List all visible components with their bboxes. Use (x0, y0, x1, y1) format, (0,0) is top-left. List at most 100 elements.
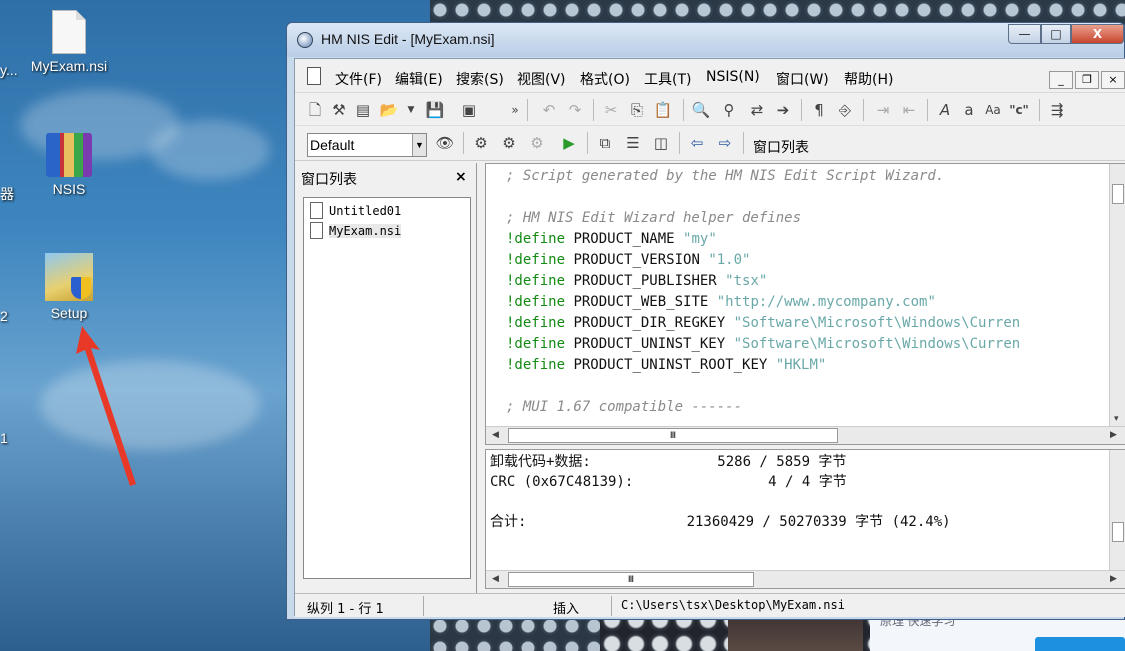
scroll-left-arrow[interactable]: ◀ (492, 574, 499, 584)
window-list-button[interactable]: 窗口列表 (753, 137, 809, 157)
lowercase-icon[interactable]: a (959, 100, 979, 120)
next-window-icon[interactable]: ⇨ (715, 133, 735, 153)
close-button[interactable]: X (1071, 24, 1124, 44)
menu-file[interactable]: 文件(F) (335, 69, 382, 89)
code-token: PRODUCT_VERSION (565, 252, 709, 268)
code-line[interactable]: !define PRODUCT_WEB_SITE "http://www.myc… (506, 292, 1108, 313)
mdi-close-button[interactable]: × (1101, 71, 1125, 89)
find-next-icon[interactable]: ⚲ (719, 100, 739, 120)
cut-icon[interactable]: ✂ (601, 100, 621, 120)
scroll-thumb[interactable] (1112, 522, 1124, 542)
winrar-archive-icon (46, 133, 92, 177)
find-icon[interactable]: 🔍 (691, 100, 711, 120)
scroll-thumb[interactable]: Ⅲ (508, 572, 754, 587)
uppercase-icon[interactable]: A (935, 100, 955, 120)
mdi-restore-button[interactable]: ❐ (1075, 71, 1099, 89)
redo-icon[interactable]: ↷ (565, 100, 585, 120)
minimize-button[interactable]: — (1008, 24, 1041, 44)
maximize-button[interactable]: □ (1041, 24, 1071, 44)
code-line[interactable]: !define PRODUCT_VERSION "1.0" (506, 250, 1108, 271)
more-icon[interactable]: » (505, 100, 525, 120)
save-all-icon[interactable]: ▣ (459, 100, 479, 120)
compile-icon[interactable]: ⚙ (471, 133, 491, 153)
template-icon[interactable]: ▤ (353, 100, 373, 120)
secondary-toolbar: Default ▼ 👁 ⚙ ⚙ ⚙ ▶ ⧉ ☰ ◫ ⇦ ⇨ 窗口列表 (295, 127, 1125, 161)
menu-tools[interactable]: 工具(T) (644, 69, 691, 89)
run-icon[interactable]: ▶ (559, 133, 579, 153)
quote-icon[interactable]: "c" (1009, 100, 1029, 120)
previous-window-icon[interactable]: ⇦ (687, 133, 707, 153)
code-line[interactable]: !define PRODUCT_PUBLISHER "tsx" (506, 271, 1108, 292)
undo-icon[interactable]: ↶ (539, 100, 559, 120)
save-icon[interactable]: 💾 (425, 100, 445, 120)
window-list-item[interactable]: Untitled01 (310, 202, 401, 219)
goto-line-icon[interactable]: ➔ (773, 100, 793, 120)
menu-edit[interactable]: 编辑(E) (395, 69, 443, 89)
tile-horizontal-icon[interactable]: ☰ (623, 133, 643, 153)
scroll-left-arrow[interactable]: ◀ (492, 430, 499, 440)
compiler-output[interactable]: 卸载代码+数据: 5286 / 5859 字节 CRC (0x67C48139):… (485, 449, 1125, 589)
outdent-icon[interactable]: ⇤ (899, 100, 919, 120)
desktop-icon-myexam[interactable]: MyExam.nsi (29, 10, 109, 74)
window-list-item[interactable]: MyExam.nsi (310, 222, 402, 239)
output-vertical-scrollbar[interactable] (1109, 450, 1125, 572)
panel-close-icon[interactable]: × (455, 169, 467, 185)
edge-label: 器 (0, 186, 14, 202)
open-dropdown-icon[interactable]: ▼ (401, 100, 421, 120)
code-editor[interactable]: ; Script generated by the HM NIS Edit Sc… (485, 163, 1125, 445)
file-path: C:\Users\tsx\Desktop\MyExam.nsi (621, 598, 845, 612)
scroll-thumb[interactable] (1112, 184, 1124, 204)
code-line[interactable]: !define PRODUCT_UNINST_ROOT_KEY "HKLM" (506, 355, 1108, 376)
scroll-down-arrow[interactable]: ▾ (1114, 414, 1119, 424)
menu-help[interactable]: 帮助(H) (844, 69, 893, 89)
menu-format[interactable]: 格式(O) (580, 69, 630, 89)
code-token: "my" (683, 231, 717, 247)
code-line[interactable]: ; Script generated by the HM NIS Edit Sc… (506, 166, 1108, 187)
chevron-down-icon[interactable]: ▼ (412, 134, 426, 156)
desktop-icon-nsis[interactable]: NSIS (29, 133, 109, 197)
indent-icon[interactable]: ⇥ (873, 100, 893, 120)
editor-vertical-scrollbar[interactable]: ▾ (1109, 164, 1125, 426)
open-folder-icon[interactable]: 📂 (379, 100, 399, 120)
output-horizontal-scrollbar[interactable]: ◀ Ⅲ ▶ (486, 570, 1125, 588)
code-line[interactable]: !define PRODUCT_DIR_REGKEY "Software\Mic… (506, 313, 1108, 334)
scroll-right-arrow[interactable]: ▶ (1110, 574, 1117, 584)
app-icon (297, 32, 313, 48)
wrap-icon[interactable]: ⎆ (835, 100, 855, 120)
code-line[interactable]: !define PRODUCT_UNINST_KEY "Software\Mic… (506, 334, 1108, 355)
code-area[interactable]: ; Script generated by the HM NIS Edit Sc… (506, 166, 1108, 424)
menu-view[interactable]: 视图(V) (517, 69, 566, 89)
cascade-icon[interactable]: ⧉ (595, 133, 615, 153)
code-line[interactable]: ; HM NIS Edit Wizard helper defines (506, 208, 1108, 229)
menu-search[interactable]: 搜索(S) (456, 69, 504, 89)
scroll-thumb[interactable]: Ⅲ (508, 428, 838, 443)
code-line[interactable]: ; MUI 1.67 compatible ------ (506, 397, 1108, 418)
code-token: !define (506, 273, 566, 289)
code-line[interactable] (506, 187, 1108, 208)
toolbar-more-icon[interactable]: ⇶ (1047, 100, 1067, 120)
mdi-minimize-button[interactable]: _ (1049, 71, 1073, 89)
replace-icon[interactable]: ⇄ (747, 100, 767, 120)
wizard-icon[interactable]: ⚒ (329, 100, 349, 120)
window-titlebar[interactable]: HM NIS Edit - [MyExam.nsi] — □ X (287, 23, 1124, 57)
compile-stop-icon[interactable]: ⚙ (527, 133, 547, 153)
annotation-arrow (76, 326, 136, 486)
compile-run-icon[interactable]: ⚙ (499, 133, 519, 153)
paragraph-icon[interactable]: ¶ (809, 100, 829, 120)
desktop-icon-setup[interactable]: Setup (29, 253, 109, 321)
copy-icon[interactable]: ⎘ (627, 100, 647, 120)
tile-vertical-icon[interactable]: ◫ (651, 133, 671, 153)
font-select[interactable]: Default ▼ (307, 133, 427, 157)
eye-icon[interactable]: 👁 (435, 133, 455, 153)
paste-icon[interactable]: 📋 (653, 100, 673, 120)
menu-window[interactable]: 窗口(W) (776, 69, 829, 89)
scroll-right-arrow[interactable]: ▶ (1110, 430, 1117, 440)
toggle-case-icon[interactable]: Aa (983, 100, 1003, 120)
uac-shield-icon (71, 277, 91, 299)
code-token: !define (506, 231, 566, 247)
code-line[interactable]: !define PRODUCT_NAME "my" (506, 229, 1108, 250)
code-line[interactable] (506, 376, 1108, 397)
editor-horizontal-scrollbar[interactable]: ◀ Ⅲ ▶ (486, 426, 1125, 444)
menu-nsis[interactable]: NSIS(N) (706, 69, 760, 85)
new-file-icon[interactable]: 🗋 (305, 100, 325, 120)
